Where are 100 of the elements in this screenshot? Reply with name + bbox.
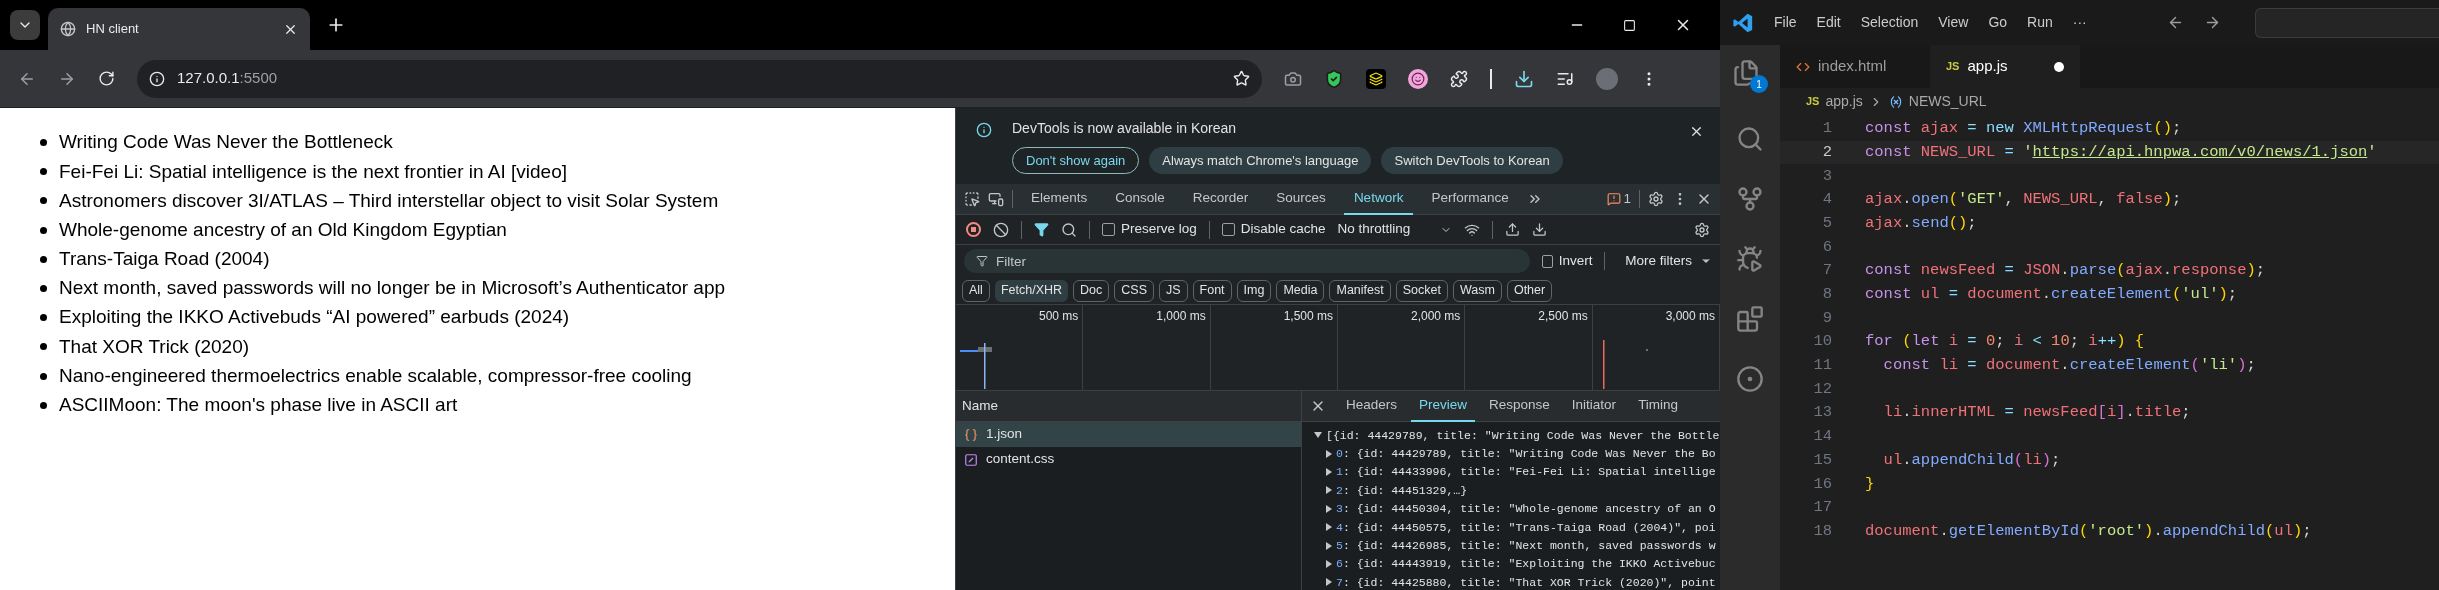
code-line: const ul = document.createElement('ul'); <box>1865 284 2238 306</box>
settings-icon[interactable] <box>1648 191 1664 207</box>
reload-icon[interactable] <box>98 70 115 87</box>
clear-icon[interactable] <box>993 221 1009 238</box>
files-icon[interactable] <box>1732 59 1760 87</box>
camera-icon[interactable] <box>1284 69 1302 88</box>
filter-icon[interactable] <box>1034 222 1049 237</box>
detail-tab[interactable]: Initiator <box>1563 390 1625 422</box>
command-center-field[interactable] <box>2254 7 2439 38</box>
breadcrumb-item[interactable]: NEWS_URL <box>1908 91 1987 112</box>
type-filter-chip[interactable]: Manifest <box>1329 279 1391 302</box>
line-number: 7 <box>1821 260 1832 282</box>
type-filter-chip[interactable]: Wasm <box>1452 279 1502 302</box>
search-icon[interactable] <box>1061 221 1077 238</box>
bullet-icon <box>40 314 47 322</box>
filter-field[interactable]: Filter <box>964 249 1530 273</box>
variable-icon <box>1888 94 1903 109</box>
menu-item[interactable]: Run <box>2027 12 2053 33</box>
line-number: 3 <box>1821 165 1832 187</box>
detail-tab[interactable]: Timing <box>1630 390 1687 422</box>
notice-button[interactable]: Always match Chrome's language <box>1149 147 1372 174</box>
caret-icon[interactable] <box>1326 504 1332 513</box>
menu-item[interactable]: View <box>1938 12 1969 33</box>
caret-icon[interactable] <box>1326 578 1332 587</box>
source-control-icon[interactable] <box>1736 185 1764 213</box>
detail-tab[interactable]: Headers <box>1338 390 1406 422</box>
menu-item[interactable]: Go <box>1988 12 2008 33</box>
breadcrumb-item[interactable]: app.js <box>1825 91 1863 112</box>
close-icon[interactable] <box>1689 124 1704 139</box>
face-extension-icon[interactable] <box>1408 68 1428 89</box>
type-filter-chip[interactable]: Font <box>1192 279 1232 302</box>
column-header[interactable]: Name <box>956 391 1301 422</box>
extensions-icon[interactable] <box>1450 69 1468 88</box>
type-filter-chip[interactable]: Media <box>1276 279 1325 302</box>
request-row[interactable]: 1.json <box>956 422 1301 447</box>
devtools-tab[interactable]: Recorder <box>1182 183 1259 215</box>
site-info-icon[interactable] <box>149 70 165 87</box>
notice-button[interactable]: Switch DevTools to Korean <box>1381 147 1563 174</box>
caret-icon[interactable] <box>1326 541 1332 550</box>
tab-list-button[interactable] <box>10 10 40 40</box>
caret-icon[interactable] <box>1326 449 1332 458</box>
type-filter-chip[interactable]: Socket <box>1395 279 1448 302</box>
settings-icon[interactable] <box>1694 221 1710 238</box>
layers-extension-icon[interactable] <box>1366 68 1386 89</box>
more-filters-dropdown[interactable]: More filters <box>1625 250 1712 272</box>
menu-item[interactable]: Edit <box>1816 12 1841 33</box>
menu-item[interactable]: ··· <box>2072 12 2087 33</box>
editor-tab[interactable]: JS app.js <box>1930 45 2080 88</box>
inspect-icon[interactable] <box>964 191 980 207</box>
throttling-dropdown[interactable]: No throttling <box>1337 219 1453 240</box>
menu-item[interactable]: Selection <box>1860 12 1919 33</box>
line-number: 4 <box>1821 189 1832 211</box>
request-row[interactable]: content.css <box>956 447 1301 472</box>
avatar-icon[interactable] <box>1596 67 1618 90</box>
detail-tab[interactable]: Response <box>1481 390 1558 422</box>
caret-icon[interactable] <box>1326 559 1332 568</box>
editor-tab[interactable]: index.html <box>1780 45 1930 88</box>
caret-icon[interactable] <box>1326 523 1332 532</box>
notice-message: DevTools is now available in Korean <box>1012 119 1238 138</box>
type-filter-chip[interactable]: All <box>962 279 990 302</box>
url-text: 127.0.0.1:5500 <box>177 68 279 89</box>
issues-badge[interactable]: 1 <box>1607 188 1631 210</box>
browser-tab[interactable]: HN client <box>48 8 310 50</box>
menu-item[interactable]: File <box>1774 12 1797 33</box>
detail-tab[interactable]: Preview <box>1411 390 1476 422</box>
record-stop-icon[interactable] <box>966 222 981 237</box>
caret-icon[interactable] <box>1314 432 1322 439</box>
run-debug-icon[interactable] <box>1736 245 1764 273</box>
invert-checkbox[interactable] <box>1542 254 1553 268</box>
preview-line: 6: {id: 44443919, title: "Exploiting the IKKO Activebuc <box>1336 556 1716 573</box>
download-icon[interactable] <box>1514 68 1534 89</box>
timeline-tick-label: 2,000 ms <box>1410 308 1461 323</box>
address-bar[interactable]: 127.0.0.1:5500 <box>137 59 1262 98</box>
news-title: Whole-genome ancestry of an Old Kingdom Egyptian <box>59 217 507 242</box>
devtools-tab[interactable]: Performance <box>1421 183 1519 215</box>
download-icon[interactable] <box>1532 222 1548 237</box>
device-toolbar-icon[interactable] <box>988 191 1004 207</box>
disable-cache-checkbox[interactable] <box>1221 223 1235 236</box>
line-number: 6 <box>1821 236 1832 258</box>
type-filter-chip[interactable]: Doc <box>1073 279 1110 302</box>
type-filter-chip[interactable]: CSS <box>1114 279 1154 302</box>
caret-icon[interactable] <box>1326 467 1332 476</box>
type-filter-chip[interactable]: Img <box>1236 279 1272 302</box>
timeline-tick-label: 2,500 ms <box>1538 308 1588 323</box>
bookmark-star-icon[interactable] <box>1233 70 1250 87</box>
devtools-tab[interactable]: Console <box>1105 183 1175 215</box>
circle-icon[interactable] <box>1736 365 1764 393</box>
devtools-tab[interactable]: Network <box>1343 183 1414 215</box>
preserve-log-checkbox[interactable] <box>1102 223 1115 236</box>
upload-icon[interactable] <box>1505 222 1521 237</box>
maximize-icon[interactable] <box>1623 18 1636 32</box>
search-icon[interactable] <box>1736 125 1764 153</box>
shield-icon[interactable] <box>1324 68 1344 89</box>
type-filter-chip[interactable]: JS <box>1159 279 1188 302</box>
type-filter-chip[interactable]: Other <box>1506 279 1553 302</box>
type-filter-chip[interactable]: Fetch/XHR <box>994 279 1069 302</box>
preview-line: 5: {id: 44426985, title: "Next month, saved passwords w <box>1336 537 1716 554</box>
devtools-tab[interactable]: Elements <box>1021 183 1098 215</box>
caret-icon[interactable] <box>1326 486 1332 495</box>
devtools-tab[interactable]: Sources <box>1266 183 1336 215</box>
